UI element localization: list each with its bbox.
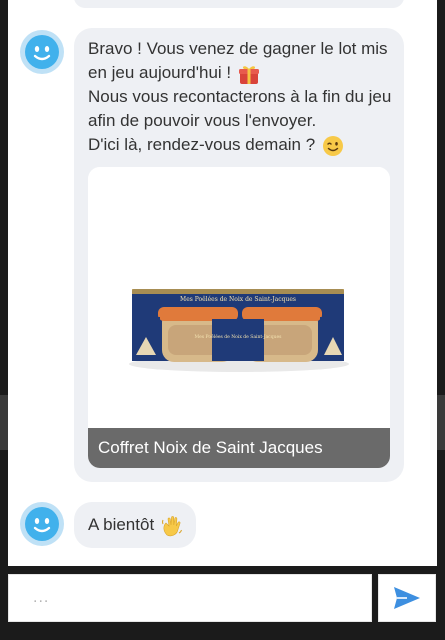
message-text: A bientôt (88, 513, 183, 537)
message-text: Bravo ! Vous venez de gagner le lot mis … (88, 37, 398, 157)
product-image: Mes Poêlées de Noix de Saint-Jacques Mes… (88, 167, 390, 428)
message-line-text: D'ici là, rendez-vous demain ? (88, 135, 316, 154)
message-line-text: A bientôt (88, 515, 155, 534)
left-edge-strip (0, 395, 8, 450)
message-line: Nous vous recontacterons à la fin du jeu (88, 87, 392, 106)
waving-hand-icon (161, 515, 182, 536)
message-bubble: Bravo ! Vous venez de gagner le lot mis … (74, 28, 404, 482)
send-icon (394, 587, 420, 609)
chat-area[interactable]: Bravo ! Vous venez de gagner le lot mis … (8, 0, 437, 566)
box-front-label: Mes Poêlées de Noix de Saint-Jacques (195, 333, 283, 340)
message-line: D'ici là, rendez-vous demain ? (88, 133, 398, 157)
right-edge-strip (437, 395, 445, 450)
bot-avatar (20, 502, 64, 546)
product-caption: Coffret Noix de Saint Jacques (88, 428, 390, 468)
smiley-icon (25, 35, 59, 69)
message-input[interactable] (31, 588, 355, 608)
message-composer[interactable] (8, 574, 372, 622)
gift-icon (238, 65, 259, 84)
smiley-icon (25, 507, 59, 541)
message-line: en jeu aujourd'hui ! (88, 61, 398, 85)
message-line: afin de pouvoir vous l'envoyer. (88, 111, 317, 130)
box-top-label: Mes Poêlées de Noix de Saint-Jacques (180, 296, 296, 303)
message-line: Bravo ! Vous venez de gagner le lot mis (88, 39, 388, 58)
message-bubble: A bientôt (74, 502, 196, 548)
message-line-text: en jeu aujourd'hui ! (88, 63, 232, 82)
send-button[interactable] (378, 574, 436, 622)
winking-face-icon (322, 135, 343, 156)
product-card[interactable]: Mes Poêlées de Noix de Saint-Jacques Mes… (88, 167, 390, 468)
bot-avatar (20, 30, 64, 74)
previous-message-bubble (74, 0, 404, 8)
